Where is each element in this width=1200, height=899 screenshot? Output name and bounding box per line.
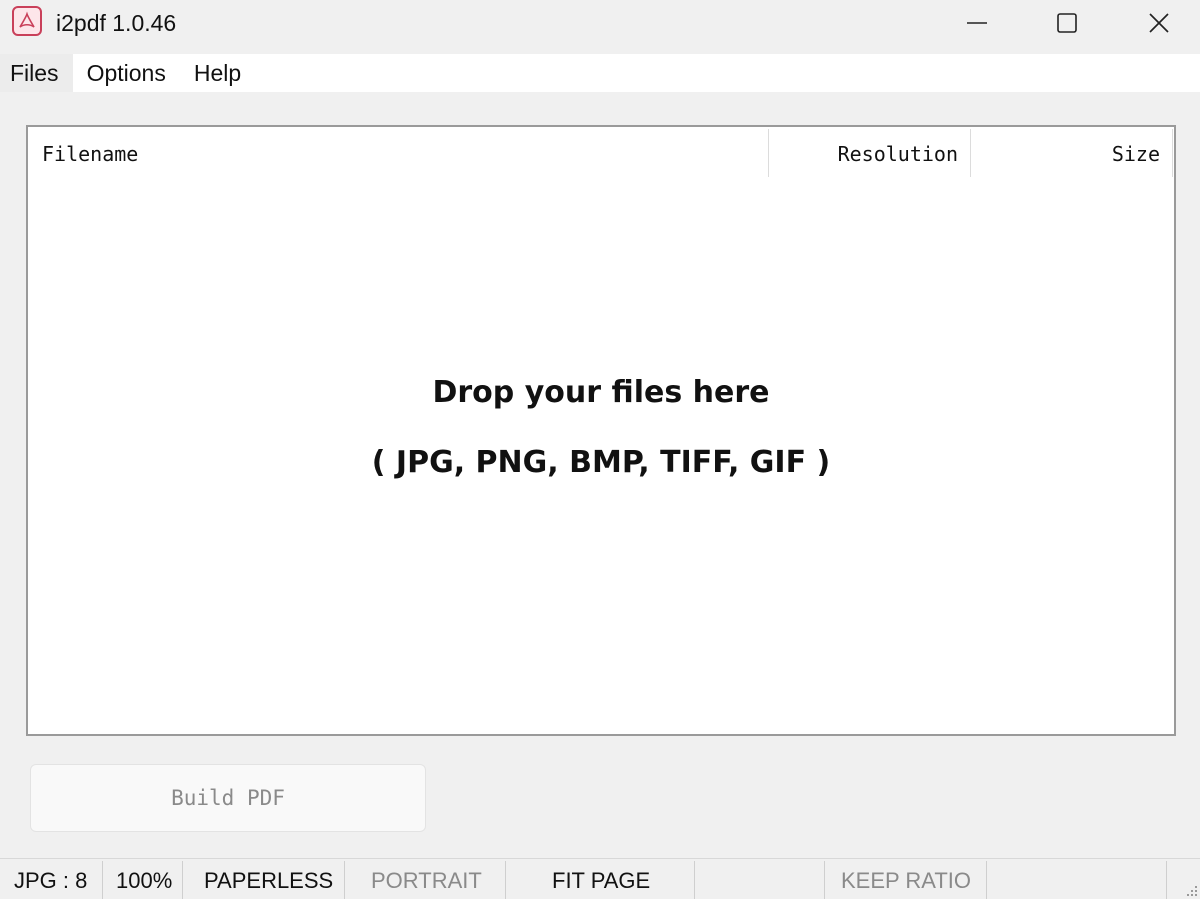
file-list-drop-zone[interactable]: Filename Resolution Size Drop your files… xyxy=(26,125,1176,736)
menu-help[interactable]: Help xyxy=(180,54,255,92)
menu-files[interactable]: Files xyxy=(0,54,73,92)
menu-options[interactable]: Options xyxy=(73,54,180,92)
status-bar: JPG : 8 100% PAPERLESS PORTRAIT FIT PAGE… xyxy=(0,858,1200,899)
status-separator xyxy=(986,861,987,899)
status-paper-size[interactable]: PAPERLESS xyxy=(204,859,333,899)
column-header-resolution[interactable]: Resolution xyxy=(838,141,958,167)
build-pdf-button[interactable]: Build PDF xyxy=(30,764,426,832)
maximize-button[interactable] xyxy=(1021,0,1113,46)
close-button[interactable] xyxy=(1113,0,1200,46)
column-divider[interactable] xyxy=(1172,129,1173,177)
status-separator xyxy=(344,861,345,899)
supported-formats: ( JPG, PNG, BMP, TIFF, GIF ) xyxy=(371,445,831,480)
status-separator xyxy=(694,861,695,899)
status-orientation[interactable]: PORTRAIT xyxy=(371,859,482,899)
app-window: i2pdf 1.0.46 Files Options Help Filename… xyxy=(0,0,1200,899)
minimize-icon xyxy=(967,22,987,24)
minimize-button[interactable] xyxy=(931,0,1023,46)
status-format-count[interactable]: JPG : 8 xyxy=(14,859,87,899)
status-fit-mode[interactable]: FIT PAGE xyxy=(552,859,650,899)
status-keep-ratio[interactable]: KEEP RATIO xyxy=(841,859,971,899)
title-bar: i2pdf 1.0.46 xyxy=(0,0,1200,54)
column-divider[interactable] xyxy=(768,129,769,177)
column-header-size[interactable]: Size xyxy=(1112,141,1160,167)
resize-grip-icon[interactable] xyxy=(1184,883,1198,897)
status-separator xyxy=(505,861,506,899)
window-title: i2pdf 1.0.46 xyxy=(56,10,177,36)
status-separator xyxy=(1166,861,1167,899)
pdf-app-icon xyxy=(12,6,42,36)
maximize-icon xyxy=(1057,13,1077,33)
status-separator xyxy=(824,861,825,899)
status-separator xyxy=(182,861,183,899)
status-quality[interactable]: 100% xyxy=(116,859,172,899)
close-icon xyxy=(1149,13,1169,33)
column-divider[interactable] xyxy=(970,129,971,177)
drop-message: Drop your files here xyxy=(432,375,770,410)
menu-bar: Files Options Help xyxy=(0,54,1200,92)
column-header-filename[interactable]: Filename xyxy=(42,141,138,167)
status-separator xyxy=(102,861,103,899)
